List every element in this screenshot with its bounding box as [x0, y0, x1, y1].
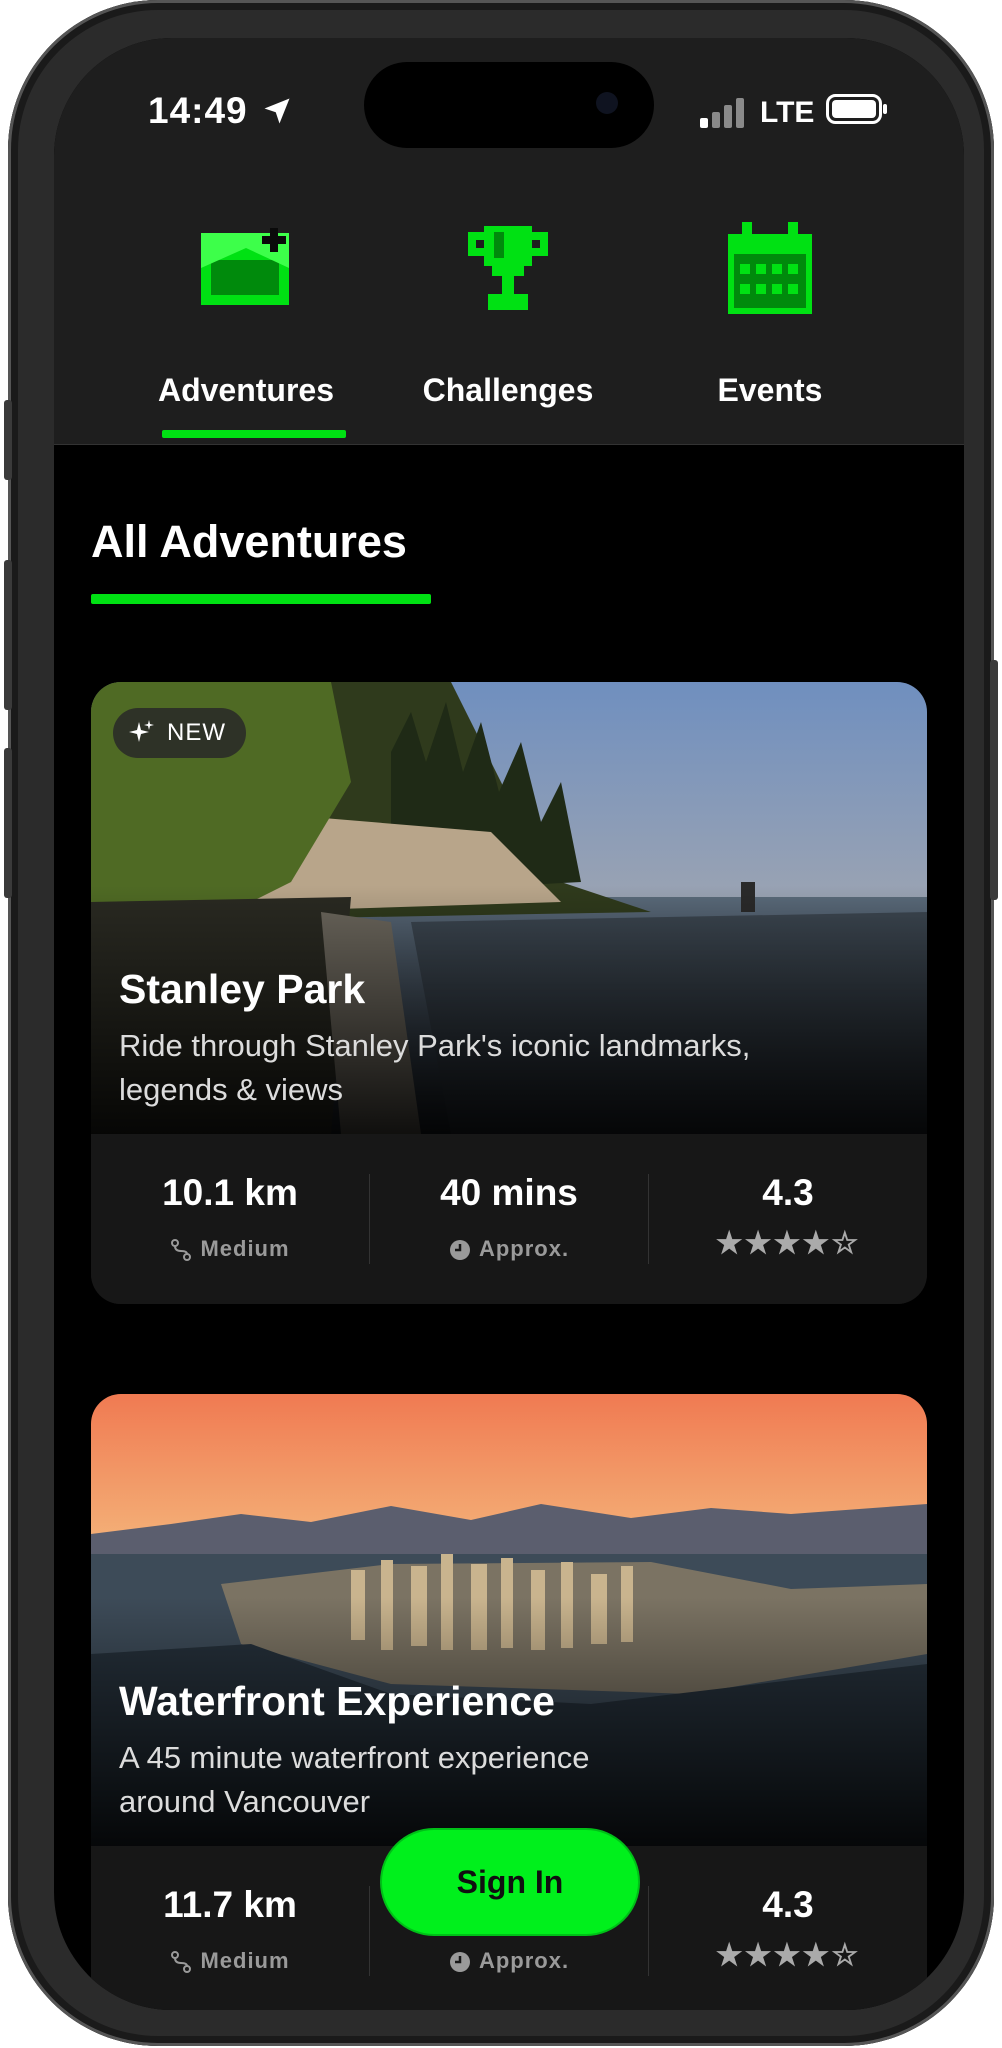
- new-badge: NEW: [113, 708, 246, 758]
- battery-icon: [826, 94, 887, 124]
- tab-challenges[interactable]: Challenges: [378, 188, 638, 444]
- camera-icon: [596, 92, 618, 114]
- duration-note-row: Approx.: [370, 1236, 648, 1262]
- section-title-underline: [91, 594, 431, 604]
- location-arrow-icon: [264, 98, 290, 124]
- rating-value: 4.3: [762, 1884, 814, 1925]
- difficulty-row: Medium: [91, 1236, 369, 1262]
- power-button: [990, 660, 998, 900]
- card-stats: 10.1 km Medium 40 mins Approx. 4.3 ★★★★☆: [91, 1134, 927, 1304]
- tab-adventures-label: Adventures: [157, 372, 335, 408]
- difficulty-label: Medium: [200, 1236, 290, 1261]
- duration-value: 40 mins: [440, 1172, 578, 1213]
- star-rating: ★★★★☆: [649, 1938, 927, 1973]
- distance-stat: 11.7 km Medium: [91, 1846, 369, 2010]
- status-bar: 14:49 LTE: [54, 38, 964, 188]
- new-badge-label: NEW: [167, 719, 226, 746]
- network-type: LTE: [760, 96, 815, 129]
- tab-adventures[interactable]: Adventures: [116, 188, 376, 444]
- tab-events-label: Events: [717, 372, 823, 408]
- trophy-icon: [468, 226, 548, 310]
- tab-challenges-label: Challenges: [422, 372, 594, 408]
- active-tab-indicator: [162, 430, 346, 438]
- route-icon: [171, 1239, 192, 1262]
- rating-stars: ★★★★☆: [715, 1939, 861, 1972]
- duration-note: Approx.: [478, 1236, 570, 1261]
- card-title: Waterfront Experience: [119, 1678, 555, 1724]
- route-icon: [171, 1951, 192, 1974]
- star-rating: ★★★★☆: [649, 1226, 927, 1261]
- clock-icon: [449, 1240, 470, 1261]
- dynamic-island: [364, 62, 654, 148]
- card-title: Stanley Park: [119, 966, 366, 1012]
- volume-up-button: [4, 560, 12, 710]
- top-tab-bar: Adventures Challenges Events: [54, 188, 964, 445]
- rating-value: 4.3: [762, 1172, 814, 1213]
- duration-note-row: Approx.: [370, 1948, 648, 1974]
- volume-down-button: [4, 748, 12, 898]
- adventures-icon: [201, 228, 289, 305]
- mute-switch: [4, 400, 12, 480]
- clock-icon: [449, 1952, 470, 1973]
- adventure-card-stanley-park[interactable]: NEW Stanley Park Ride through Stanley Pa…: [91, 682, 927, 1304]
- distance-value: 10.1 km: [162, 1172, 298, 1213]
- card-description: A 45 minute waterfront experience around…: [119, 1740, 590, 1819]
- card-description: Ride through Stanley Park's iconic landm…: [119, 1028, 751, 1107]
- difficulty-label: Medium: [200, 1948, 290, 1973]
- duration-note: Approx.: [478, 1948, 570, 1973]
- rating-stat: 4.3 ★★★★☆: [649, 1846, 927, 2010]
- rating-stat: 4.3 ★★★★☆: [649, 1134, 927, 1304]
- sparkle-icon: [129, 720, 154, 742]
- calendar-icon: [728, 222, 812, 314]
- sign-in-button[interactable]: Sign In: [382, 1830, 638, 1934]
- signal-strength-icon: [700, 98, 744, 128]
- distance-value: 11.7 km: [163, 1884, 297, 1925]
- phone-frame: 14:49 LTE Adventures Challenges Events A…: [4, 0, 998, 2046]
- rating-stars: ★★★★☆: [715, 1227, 861, 1260]
- section-title: All Adventures: [91, 516, 407, 567]
- tab-events[interactable]: Events: [640, 188, 900, 444]
- status-time: 14:49: [148, 90, 248, 131]
- duration-stat: 40 mins Approx.: [370, 1134, 648, 1304]
- screen: 14:49 LTE Adventures Challenges Events A…: [54, 38, 964, 2010]
- distance-stat: 10.1 km Medium: [91, 1134, 369, 1304]
- difficulty-row: Medium: [91, 1948, 369, 1974]
